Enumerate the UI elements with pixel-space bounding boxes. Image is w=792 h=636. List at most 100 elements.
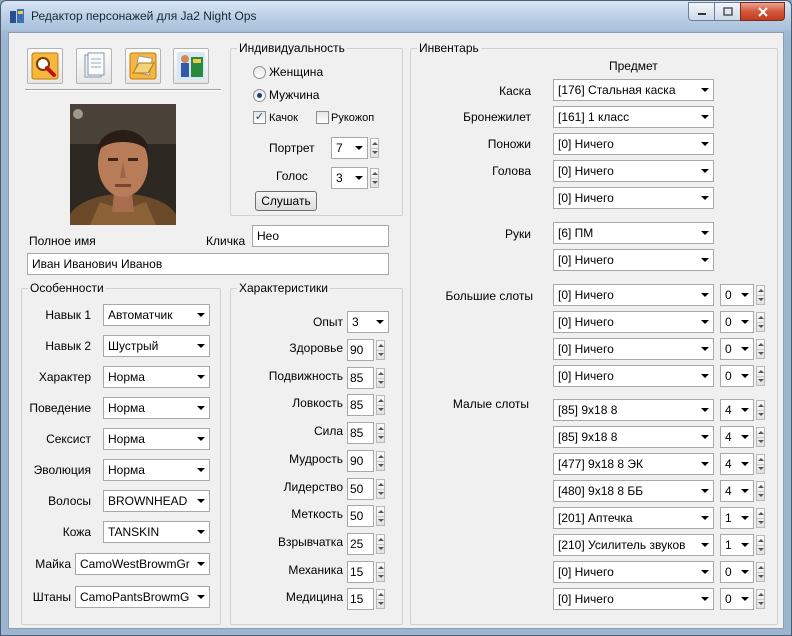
maximize-button[interactable] [714, 2, 741, 21]
trait-select[interactable]: Шустрый [103, 335, 210, 357]
big-slot-count[interactable]: 0 [720, 311, 754, 333]
fullname-input[interactable]: Иван Иванович Иванов [27, 253, 389, 275]
stat-input[interactable]: 15 [347, 561, 374, 583]
stat-input[interactable]: 90 [347, 339, 374, 361]
hands-select[interactable]: [0] Ничего [553, 249, 714, 271]
big-slot-count-value: 0 [725, 288, 732, 302]
small-slot-spinner[interactable] [756, 562, 765, 582]
small-slot-count[interactable]: 0 [720, 588, 754, 610]
small-slot-spinner[interactable] [756, 481, 765, 501]
big-slot-spinner[interactable] [756, 339, 765, 359]
open-file-button[interactable] [125, 48, 161, 84]
stat-spinner[interactable] [376, 340, 385, 360]
stat-spinner[interactable] [376, 562, 385, 582]
big-slot-select[interactable]: [0] Ничего [553, 338, 714, 360]
head-select[interactable]: [0] Ничего [553, 187, 714, 209]
small-slot-count[interactable]: 4 [720, 480, 754, 502]
new-document-button[interactable] [76, 48, 112, 84]
small-slot-spinner[interactable] [756, 535, 765, 555]
listen-button[interactable]: Слушать [255, 191, 317, 211]
experience-select[interactable]: 3 [347, 311, 389, 333]
close-button[interactable] [740, 2, 785, 21]
big-slot-spinner[interactable] [756, 366, 765, 386]
stat-spinner[interactable] [376, 479, 385, 499]
stat-spinner[interactable] [376, 368, 385, 388]
vest-select[interactable]: [161] 1 класс [553, 106, 714, 128]
stat-input[interactable]: 85 [347, 394, 374, 416]
small-slot-spinner[interactable] [756, 508, 765, 528]
stat-input[interactable]: 50 [347, 505, 374, 527]
trait-select[interactable]: CamoWestBrowmGr [75, 553, 210, 575]
head-select[interactable]: [0] Ничего [553, 160, 714, 182]
stat-input[interactable]: 85 [347, 367, 374, 389]
hands-select[interactable]: [6] ПМ [553, 222, 714, 244]
small-slot-select[interactable]: [85] 9x18 8 [553, 426, 714, 448]
jock-checkbox[interactable]: ✓ [253, 111, 266, 124]
big-slot-select[interactable]: [0] Ничего [553, 284, 714, 306]
small-slot-count[interactable]: 4 [720, 453, 754, 475]
gender-male-radio[interactable] [253, 89, 266, 102]
small-slot-spinner[interactable] [756, 589, 765, 609]
stat-label: Здоровье [289, 341, 343, 355]
trait-select[interactable]: Автоматчик [103, 304, 210, 326]
small-slot-select[interactable]: [201] Аптечка [553, 507, 714, 529]
big-slot-count[interactable]: 0 [720, 338, 754, 360]
small-slot-count[interactable]: 4 [720, 399, 754, 421]
trait-select[interactable]: Норма [103, 428, 210, 450]
trait-select[interactable]: Норма [103, 366, 210, 388]
small-slot-count[interactable]: 1 [720, 534, 754, 556]
small-slot-select[interactable]: [85] 9x18 8 [553, 399, 714, 421]
stat-spinner[interactable] [376, 423, 385, 443]
title-bar[interactable]: Редактор персонажей для Ja2 Night Ops [1, 1, 791, 31]
small-slot-select[interactable]: [0] Ничего [553, 588, 714, 610]
big-slot-count[interactable]: 0 [720, 365, 754, 387]
portrait-spinner[interactable] [370, 138, 379, 158]
trait-select[interactable]: Норма [103, 397, 210, 419]
small-slot-select[interactable]: [210] Усилитель звуков [553, 534, 714, 556]
big-slot-spinner[interactable] [756, 312, 765, 332]
big-slot-count[interactable]: 0 [720, 284, 754, 306]
big-slot-select[interactable]: [0] Ничего [553, 365, 714, 387]
chevron-down-icon [741, 570, 749, 574]
small-slot-spinner[interactable] [756, 400, 765, 420]
small-slot-select[interactable]: [480] 9x18 8 ББ [553, 480, 714, 502]
small-slot-count[interactable]: 0 [720, 561, 754, 583]
butterfingers-checkbox[interactable] [316, 111, 329, 124]
trait-select[interactable]: TANSKIN [103, 521, 210, 543]
voice-select[interactable]: 3 [331, 167, 368, 189]
stat-input[interactable]: 15 [347, 588, 374, 610]
trait-select[interactable]: Норма [103, 459, 210, 481]
trait-select[interactable]: CamoPantsBrowmG [75, 586, 210, 608]
small-slot-count[interactable]: 1 [720, 507, 754, 529]
stat-input[interactable]: 50 [347, 478, 374, 500]
big-slot-select[interactable]: [0] Ничего [553, 311, 714, 333]
stat-spinner[interactable] [376, 589, 385, 609]
stat-input[interactable]: 25 [347, 533, 374, 555]
nickname-label: Кличка [206, 234, 246, 248]
small-slot-spinner[interactable] [756, 454, 765, 474]
small-slot-select[interactable]: [477] 9x18 8 ЭК [553, 453, 714, 475]
legs-select[interactable]: [0] Ничего [553, 133, 714, 155]
stat-input[interactable]: 85 [347, 422, 374, 444]
small-slot-spinner[interactable] [756, 427, 765, 447]
arrow-up-icon [378, 399, 384, 402]
stat-spinner[interactable] [376, 534, 385, 554]
portrait-select[interactable]: 7 [331, 137, 368, 159]
helmet-select[interactable]: [176] Стальная каска [553, 79, 714, 101]
stat-input[interactable]: 90 [347, 450, 374, 472]
stat-spinner[interactable] [376, 506, 385, 526]
stat-spinner[interactable] [376, 451, 385, 471]
small-slot-select[interactable]: [0] Ничего [553, 561, 714, 583]
search-icon [31, 52, 59, 80]
chevron-down-icon [741, 293, 749, 297]
ja2-logo-button[interactable] [173, 48, 209, 84]
trait-select[interactable]: BROWNHEAD [103, 490, 210, 512]
small-slot-count[interactable]: 4 [720, 426, 754, 448]
stat-spinner[interactable] [376, 395, 385, 415]
voice-spinner[interactable] [370, 168, 379, 188]
minimize-button[interactable] [688, 2, 715, 21]
gender-female-radio[interactable] [253, 66, 266, 79]
nickname-input[interactable]: Нео [252, 225, 389, 247]
search-button[interactable] [27, 48, 63, 84]
big-slot-spinner[interactable] [756, 285, 765, 305]
